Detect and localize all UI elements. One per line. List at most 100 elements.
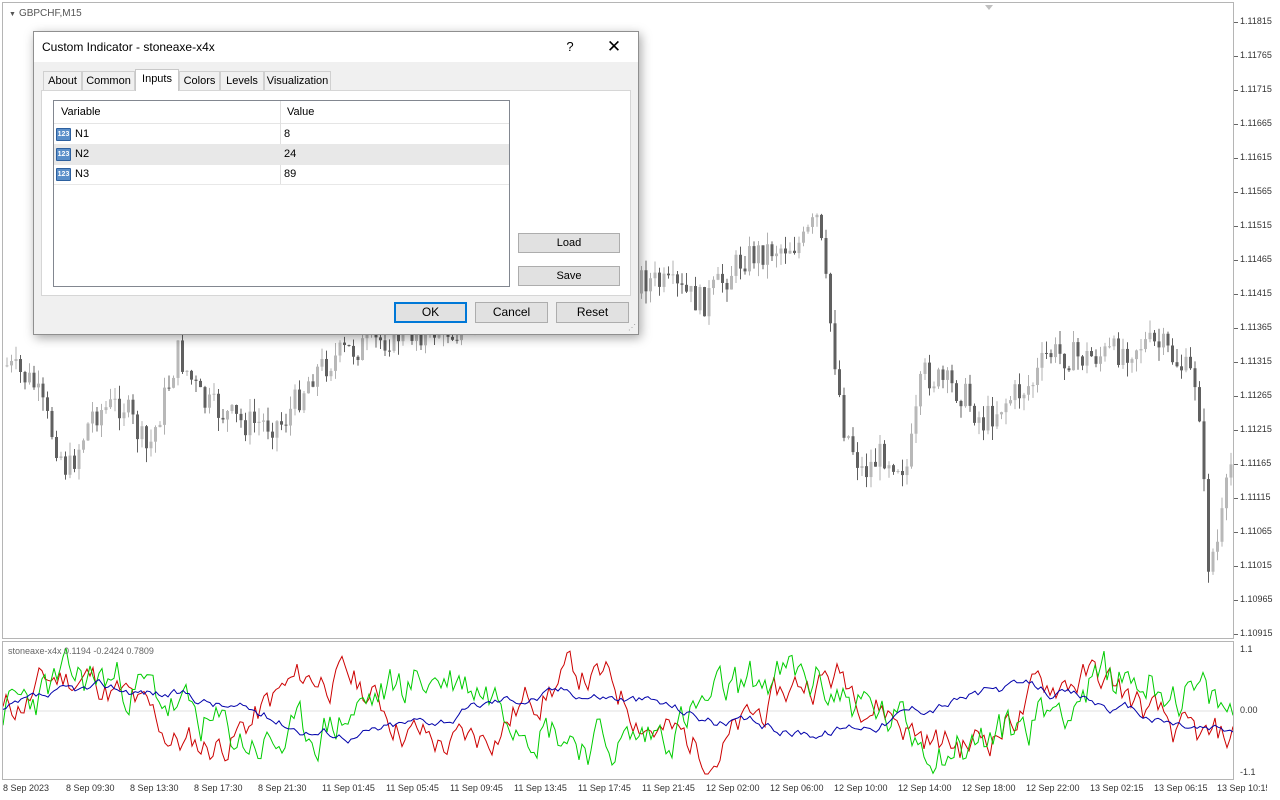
candle (221, 408, 225, 424)
candle (1121, 338, 1125, 369)
cancel-button[interactable]: Cancel (475, 302, 548, 323)
price-tick (1234, 22, 1238, 23)
price-tick (1234, 396, 1238, 397)
numeric-type-icon: 123 (56, 128, 71, 141)
variable-value[interactable]: 89 (284, 168, 296, 180)
dialog-title-bar[interactable]: Custom Indicator - stoneaxe-x4x ? ✕ (34, 32, 638, 62)
candle (379, 334, 382, 350)
candle (739, 246, 742, 280)
collapse-triangle-icon[interactable]: ▼ (9, 11, 16, 18)
column-variable[interactable]: Variable (61, 106, 101, 118)
candle (946, 367, 949, 394)
candle (154, 425, 157, 453)
tab-levels[interactable]: Levels (220, 71, 264, 90)
price-label: 1.11765 (1240, 50, 1272, 60)
table-header: Variable Value (54, 101, 509, 124)
price-label: 1.11165 (1240, 458, 1272, 468)
tab-common[interactable]: Common (82, 71, 135, 90)
candle (91, 402, 94, 433)
candle (856, 442, 859, 481)
candle (32, 365, 36, 390)
inputs-panel: Variable Value 123 N1 8 123 N2 24 123 N3… (41, 90, 631, 296)
tab-visualization[interactable]: Visualization (264, 71, 331, 90)
candle (896, 469, 900, 474)
column-value[interactable]: Value (287, 106, 314, 118)
tab-inputs[interactable]: Inputs (135, 69, 179, 91)
candle (100, 403, 103, 438)
candle (352, 339, 355, 365)
time-label: 12 Sep 18:00 (962, 783, 1016, 793)
table-row[interactable]: 123 N1 8 (54, 125, 509, 145)
candle (1198, 381, 1201, 423)
candle (1220, 497, 1224, 547)
candle (190, 369, 193, 385)
resize-grip-icon[interactable]: ⋰ (628, 323, 636, 332)
candle (977, 411, 981, 435)
candle (910, 423, 913, 469)
candle (833, 309, 837, 375)
candle (262, 413, 265, 432)
variable-value[interactable]: 8 (284, 128, 290, 140)
candle (167, 375, 171, 392)
candle (811, 213, 814, 234)
reset-button[interactable]: Reset (556, 302, 629, 323)
candle (1139, 338, 1143, 364)
price-tick (1234, 430, 1238, 431)
ok-button[interactable]: OK (394, 302, 467, 323)
price-label: 1.11615 (1240, 152, 1272, 162)
candle (1126, 342, 1129, 377)
candle (176, 340, 180, 386)
candle (1085, 342, 1089, 374)
candle (1117, 332, 1120, 368)
tab-about[interactable]: About (43, 71, 82, 90)
indicator-axis: 1.1 0.00 -1.1 (1234, 641, 1280, 780)
candle (275, 420, 279, 452)
time-label: 11 Sep 17:45 (578, 783, 631, 793)
candle (347, 344, 351, 347)
load-button[interactable]: Load (518, 233, 620, 253)
price-tick (1234, 634, 1238, 635)
candle (311, 374, 315, 388)
candle (968, 374, 972, 412)
time-label: 11 Sep 01:45 (322, 783, 375, 793)
table-row[interactable]: 123 N3 89 (54, 165, 509, 185)
candle (1180, 354, 1183, 379)
indicator-chart[interactable]: stoneaxe-x4x 0.1194 -0.2424 0.7809 (2, 641, 1234, 780)
symbol-text: GBPCHF,M15 (18, 8, 82, 19)
tab-colors[interactable]: Colors (179, 71, 220, 90)
candle (662, 267, 666, 293)
candle (703, 286, 706, 317)
candle (788, 242, 792, 255)
time-label: 11 Sep 21:45 (642, 783, 695, 793)
price-label: 1.11265 (1240, 390, 1272, 400)
candle (721, 264, 724, 293)
variable-value[interactable]: 24 (284, 148, 296, 160)
candle (806, 224, 810, 234)
candle (334, 342, 337, 379)
table-row[interactable]: 123 N2 24 (54, 145, 509, 165)
inputs-table[interactable]: Variable Value 123 N1 8 123 N2 24 123 N3… (53, 100, 510, 287)
time-label: 8 Sep 17:30 (194, 783, 243, 793)
close-button[interactable]: ✕ (604, 36, 624, 58)
price-label: 1.11215 (1240, 424, 1272, 434)
save-button[interactable]: Save (518, 266, 620, 286)
candle (1018, 373, 1021, 409)
shift-marker-icon[interactable] (985, 5, 993, 10)
price-label: 1.10965 (1240, 594, 1273, 604)
candle (1040, 342, 1044, 381)
candle (1162, 327, 1165, 355)
candle (793, 236, 796, 255)
dialog-title: Custom Indicator - stoneaxe-x4x (42, 40, 215, 54)
candle (932, 381, 936, 393)
price-label: 1.11015 (1240, 560, 1272, 570)
candle (1081, 355, 1084, 371)
candle (959, 399, 963, 418)
indicator-lines (3, 647, 1233, 775)
candle (109, 388, 112, 410)
candle (698, 284, 702, 315)
indicator-series-line (3, 650, 1233, 775)
candle (59, 451, 63, 461)
time-label: 11 Sep 09:45 (450, 783, 503, 793)
help-button[interactable]: ? (562, 37, 578, 57)
candle (1207, 473, 1210, 583)
